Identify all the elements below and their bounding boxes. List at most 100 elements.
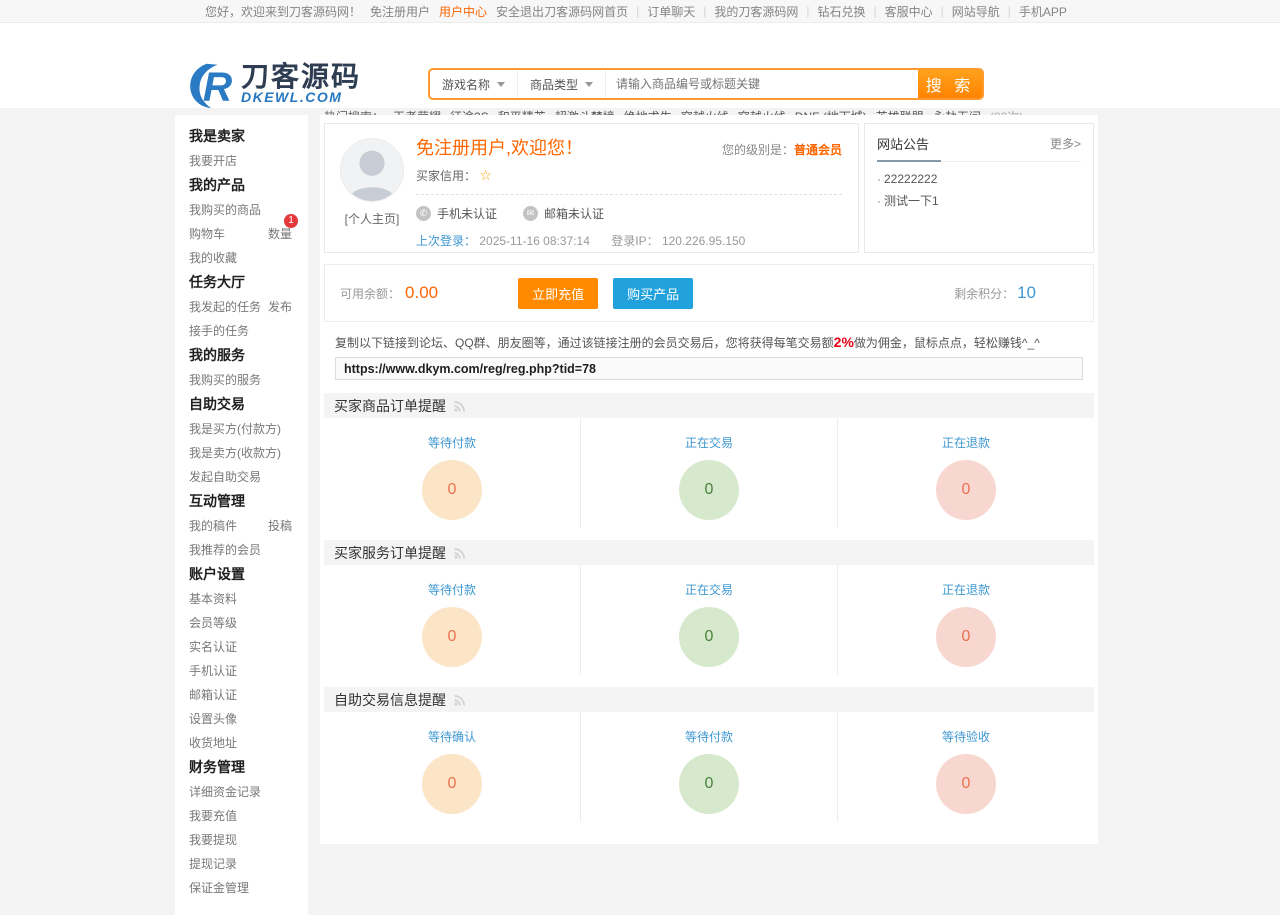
reminder-count-circle: 0 <box>679 460 739 520</box>
sidebar-item[interactable]: 我要开店 <box>189 149 308 173</box>
announcement-item[interactable]: 22222222 <box>877 169 1081 189</box>
reminder-status-link[interactable]: 等待验收 <box>942 728 990 745</box>
recharge-button[interactable]: 立即充值 <box>518 278 598 309</box>
sidebar-item[interactable]: 基本资料 <box>189 587 308 611</box>
sidebar-section-title: 我的服务 <box>189 343 308 368</box>
balance-bar: 可用余额： 0.00 立即充值 购买产品 剩余积分：10 <box>324 264 1094 322</box>
sidebar-item[interactable]: 我购买的服务 <box>189 368 308 392</box>
last-login-label: 上次登录： <box>416 234 476 248</box>
reminder-count-circle: 0 <box>936 460 996 520</box>
balance-label: 可用余额： <box>340 285 400 302</box>
count-badge: 1 <box>284 214 298 228</box>
sidebar-section-title: 账户设置 <box>189 562 308 587</box>
announcement-item[interactable]: 测试一下1 <box>877 189 1081 212</box>
sidebar-item-label: 我要提现 <box>189 828 237 852</box>
phone-verification-status[interactable]: ✆ 手机未认证 <box>416 205 497 222</box>
email-verification-status[interactable]: ✉ 邮箱未认证 <box>523 205 604 222</box>
sidebar-item[interactable]: 设置头像 <box>189 707 308 731</box>
sidebar-item[interactable]: 我要充值 <box>189 804 308 828</box>
email-status-label: 邮箱未认证 <box>544 205 604 222</box>
reminder-status-link[interactable]: 等待付款 <box>685 728 733 745</box>
reminder-status-link[interactable]: 正在退款 <box>942 581 990 598</box>
topbar-link[interactable]: 手机APP <box>1019 3 1067 20</box>
sidebar-item-label: 我的稿件 <box>189 514 237 538</box>
sidebar-item[interactable]: 提现记录 <box>189 852 308 876</box>
phone-status-label: 手机未认证 <box>437 205 497 222</box>
reminder-section-header: 买家商品订单提醒 <box>324 393 1094 418</box>
reminder-status-link[interactable]: 等待付款 <box>428 581 476 598</box>
main-content: [个人主页] 免注册用户,欢迎您！ 您的级别是：普通会员 买家信用： ☆ ✆ <box>320 115 1098 844</box>
topbar-link[interactable]: 我的刀客源码网 <box>714 3 798 20</box>
sidebar-item[interactable]: 我推荐的会员 <box>189 538 308 562</box>
avatar <box>340 138 404 202</box>
reminder-count-circle: 0 <box>422 754 482 814</box>
level-value-link[interactable]: 普通会员 <box>794 143 842 157</box>
avatar-block: [个人主页] <box>338 138 406 227</box>
search-input[interactable] <box>606 70 918 98</box>
level-label: 您的级别是： <box>722 143 794 157</box>
separator: | <box>636 4 639 18</box>
reminder-status-link[interactable]: 等待付款 <box>428 434 476 451</box>
search-bar: 游戏名称 商品类型 搜 索 <box>428 68 984 100</box>
sidebar-item[interactable]: 收货地址 <box>189 731 308 755</box>
sidebar-item-extra[interactable]: 发布 <box>268 295 292 319</box>
buy-products-button[interactable]: 购买产品 <box>613 278 693 309</box>
sidebar-item[interactable]: 会员等级 <box>189 611 308 635</box>
type-filter-dropdown[interactable]: 商品类型 <box>518 70 606 98</box>
reminder-grid: 等待付款0正在交易0正在退款0 <box>324 565 1094 675</box>
sidebar-item[interactable]: 我是买方(付款方) <box>189 417 308 441</box>
sidebar-item-extra[interactable]: 数量1 <box>268 222 292 246</box>
site-logo[interactable]: R 刀客源码 DKEWL.COM <box>187 63 361 109</box>
reminder-status-link[interactable]: 正在交易 <box>685 581 733 598</box>
sidebar-item[interactable]: 接手的任务 <box>189 319 308 343</box>
game-filter-label: 游戏名称 <box>442 76 490 93</box>
sidebar-item-extra[interactable]: 投稿 <box>268 514 292 538</box>
logout-link[interactable]: 安全退出 <box>496 3 544 20</box>
login-ip-value: 120.226.95.150 <box>662 234 745 248</box>
sidebar-item[interactable]: 保证金管理 <box>189 876 308 900</box>
sidebar-item[interactable]: 我的稿件 投稿 <box>189 514 308 538</box>
sidebar-item[interactable]: 手机认证 <box>189 659 308 683</box>
sidebar-item[interactable]: 我是卖方(收款方) <box>189 441 308 465</box>
game-filter-dropdown[interactable]: 游戏名称 <box>430 70 518 98</box>
reminder-section-title: 自助交易信息提醒 <box>334 690 446 710</box>
topbar-link[interactable]: 客服中心 <box>885 3 933 20</box>
topbar-link[interactable]: 网站导航 <box>952 3 1000 20</box>
profile-card: [个人主页] 免注册用户,欢迎您！ 您的级别是：普通会员 买家信用： ☆ ✆ <box>324 123 859 253</box>
referral-text-after: 做为佣金，鼠标点点，轻松赚钱^_^ <box>854 336 1040 350</box>
chevron-down-icon <box>585 82 593 87</box>
personal-homepage-link[interactable]: [个人主页] <box>345 210 400 227</box>
sidebar-item[interactable]: 邮箱认证 <box>189 683 308 707</box>
sidebar-item[interactable]: 实名认证 <box>189 635 308 659</box>
announcement-title: 网站公告 <box>877 134 929 153</box>
referral-link-input[interactable] <box>335 357 1083 380</box>
chevron-down-icon <box>497 82 505 87</box>
points-value: 10 <box>1017 283 1036 302</box>
type-filter-label: 商品类型 <box>530 76 578 93</box>
sidebar-section-title: 财务管理 <box>189 755 308 780</box>
sidebar-item[interactable]: 我发起的任务发布 <box>189 295 308 319</box>
separator: | <box>941 4 944 18</box>
sidebar-item[interactable]: 详细资金记录 <box>189 780 308 804</box>
sidebar-item-label: 我的收藏 <box>189 246 237 270</box>
search-button[interactable]: 搜 索 <box>918 70 982 98</box>
announcement-more-link[interactable]: 更多> <box>1050 135 1081 152</box>
reminder-status-link[interactable]: 等待确认 <box>428 728 476 745</box>
reminder-count-circle: 0 <box>422 607 482 667</box>
sidebar-item-label: 设置头像 <box>189 707 237 731</box>
sidebar-item-label: 会员等级 <box>189 611 237 635</box>
sidebar-item-label: 基本资料 <box>189 587 237 611</box>
reminder-cell: 正在退款 0 <box>838 418 1094 528</box>
user-center-link[interactable]: 用户中心 <box>439 3 487 20</box>
separator: | <box>874 4 877 18</box>
topbar-link[interactable]: 钻石兑换 <box>817 3 865 20</box>
sidebar-item[interactable]: 购物车数量1 <box>189 222 308 246</box>
sidebar-item[interactable]: 发起自助交易 <box>189 465 308 489</box>
topbar-link[interactable]: 订单聊天 <box>647 3 695 20</box>
sidebar-item[interactable]: 我要提现 <box>189 828 308 852</box>
reminder-status-link[interactable]: 正在退款 <box>942 434 990 451</box>
sidebar-section-title: 任务大厅 <box>189 270 308 295</box>
reminder-status-link[interactable]: 正在交易 <box>685 434 733 451</box>
sidebar-item[interactable]: 我的收藏 <box>189 246 308 270</box>
topbar-link[interactable]: 刀客源码网首页 <box>544 3 628 20</box>
